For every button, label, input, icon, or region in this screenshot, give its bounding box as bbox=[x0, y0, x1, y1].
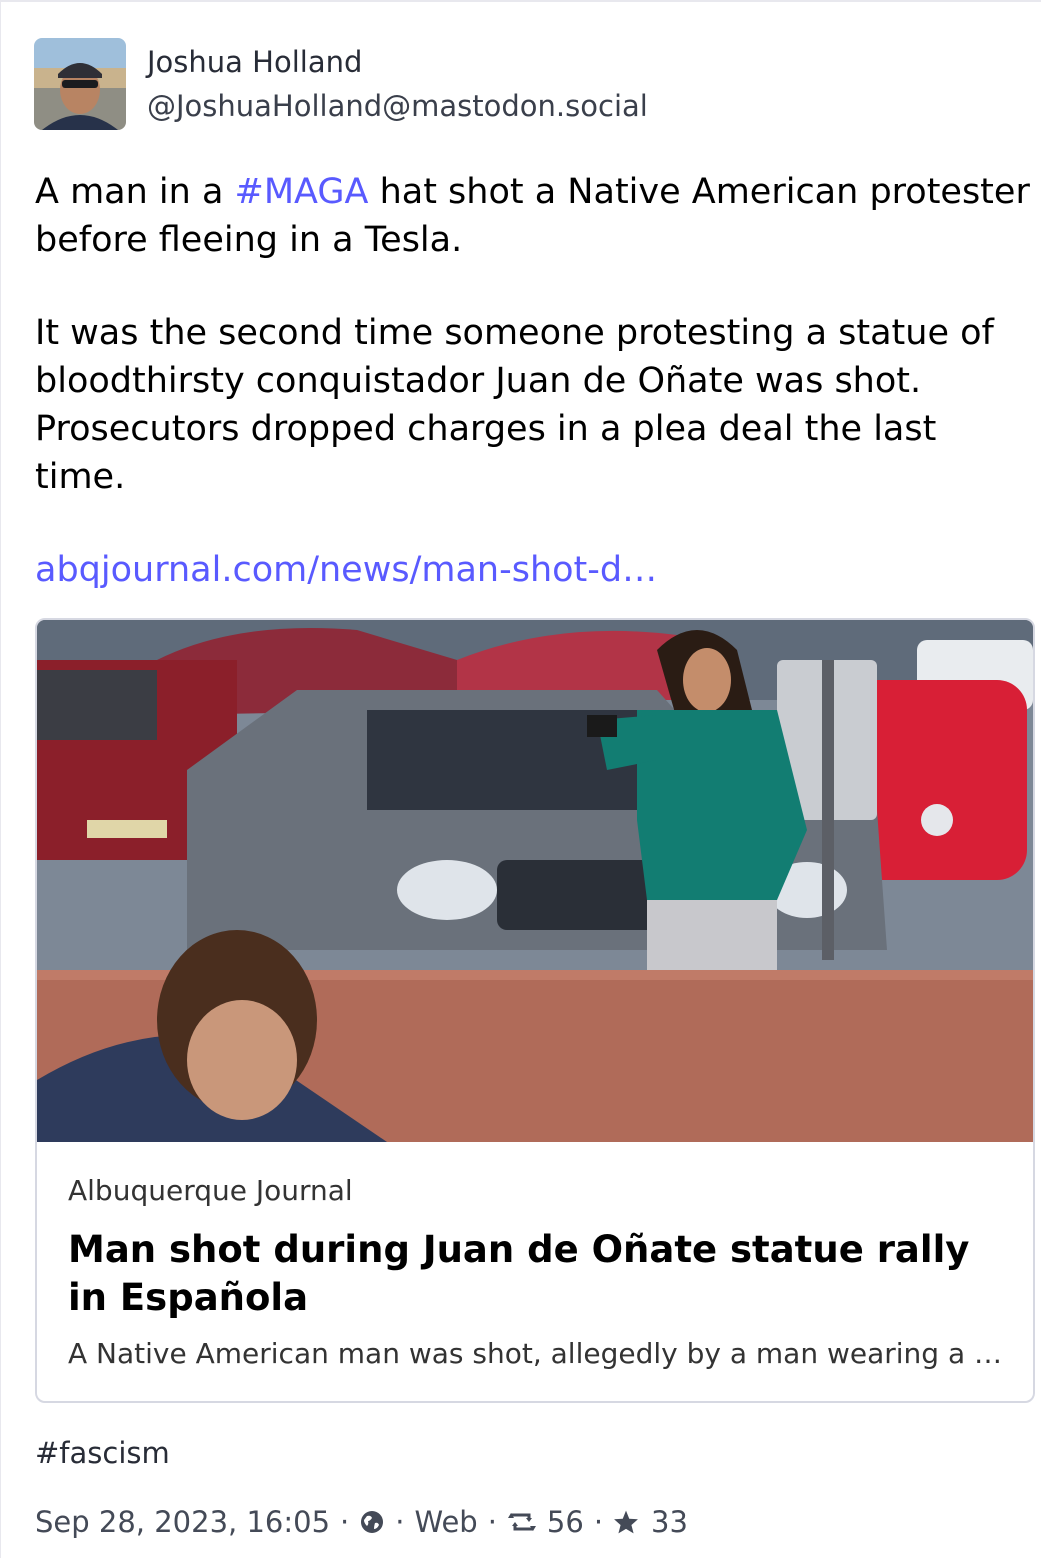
card-title[interactable]: Man shot during Juan de Oñate statue ral… bbox=[68, 1226, 1018, 1322]
author-handle[interactable]: @JoshuaHolland@mastodon.social bbox=[147, 88, 648, 124]
boost-count: 56 bbox=[546, 1505, 584, 1539]
card-provider: Albuquerque Journal bbox=[68, 1174, 353, 1207]
meta-separator: · bbox=[593, 1505, 604, 1539]
application-name: Web bbox=[414, 1505, 478, 1539]
card-image bbox=[37, 620, 1033, 1142]
favourite-count: 33 bbox=[651, 1505, 688, 1539]
post-container: Joshua Holland @JoshuaHolland@mastodon.s… bbox=[0, 0, 1041, 1558]
star-icon[interactable] bbox=[613, 1509, 639, 1535]
status-text: A man in a bbox=[35, 172, 235, 212]
post-date[interactable]: Sep 28, 2023, 16:05 bbox=[35, 1504, 330, 1540]
link-preview-card[interactable]: Albuquerque Journal Man shot during Juan… bbox=[35, 618, 1035, 1403]
status-paragraph: A man in a #MAGA hat shot a Native Ameri… bbox=[35, 168, 1035, 264]
retweet-icon[interactable] bbox=[507, 1509, 537, 1535]
author-display-name[interactable]: Joshua Holland bbox=[147, 44, 362, 80]
article-link[interactable]: abqjournal.com/news/man-shot-d… bbox=[35, 550, 657, 590]
hashtag-fascism[interactable]: #fascism bbox=[35, 1435, 170, 1471]
meta-separator: · bbox=[395, 1505, 405, 1539]
meta-separator: · bbox=[487, 1505, 497, 1539]
card-description: A Native American man was shot, allegedl… bbox=[68, 1337, 1003, 1370]
status-content: A man in a #MAGA hat shot a Native Ameri… bbox=[35, 168, 1035, 594]
avatar[interactable] bbox=[34, 38, 126, 130]
globe-icon bbox=[359, 1509, 385, 1535]
meta-separator: · bbox=[340, 1505, 350, 1539]
status-meta: Sep 28, 2023, 16:05 · · Web · 56 · 33 bbox=[35, 1504, 688, 1540]
hashtag-link-maga[interactable]: #MAGA bbox=[235, 172, 369, 212]
status-paragraph: It was the second time someone protestin… bbox=[35, 313, 994, 497]
